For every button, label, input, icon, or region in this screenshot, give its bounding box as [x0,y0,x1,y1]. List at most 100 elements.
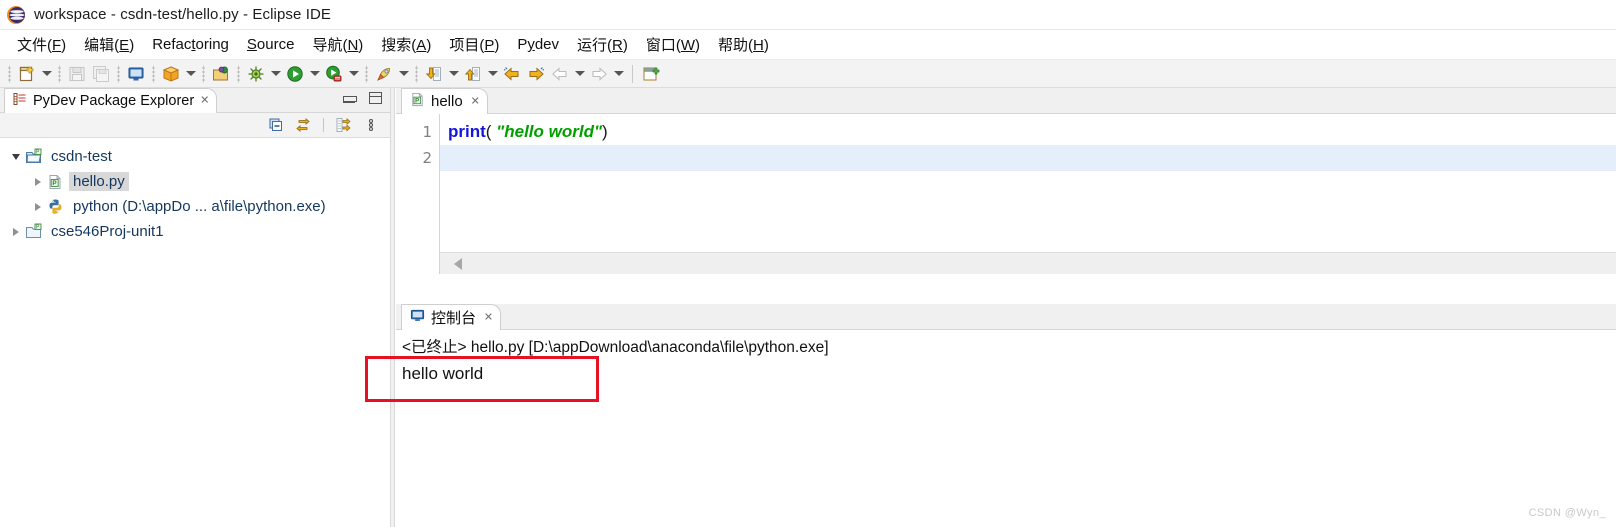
console-monitor-icon [410,308,425,328]
toolbar-grip[interactable] [363,64,370,83]
console-view: 控制台 ✕ <已终止> hello.py [D:\appDownload\ana… [396,304,1616,527]
menu-item-help[interactable]: 帮助(H) [709,32,778,57]
pydev-project-closed-icon: P [24,223,42,241]
explorer-window-buttons [343,92,382,104]
pydev-package-explorer-icon [13,92,27,111]
svg-text:P: P [52,180,57,187]
menu-item-pydev[interactable]: Pydev [508,34,568,55]
back-history-icon[interactable] [500,62,524,86]
maximize-icon[interactable] [369,92,382,104]
toolbar-grip[interactable] [56,64,63,83]
save-icon [65,62,89,86]
close-icon[interactable]: ✕ [470,96,481,107]
menu-item-edit[interactable]: 编辑(E) [75,32,143,57]
line-number: 1 [422,123,432,141]
new-wizard-dropdown-arrow[interactable] [39,62,54,86]
scroll-left-arrow-icon[interactable] [448,253,468,275]
line-number: 2 [422,149,432,167]
toolbar-grip[interactable] [200,64,207,83]
menu-item-file[interactable]: 文件(F) [8,32,75,57]
forward-nav-icon [587,62,611,86]
eclipse-ide-window: workspace - csdn-test/hello.py - Eclipse… [0,0,1616,527]
next-annotation-icon[interactable] [422,62,446,86]
toolbar-grip[interactable] [413,64,420,83]
tree-item-label: csdn-test [51,148,112,165]
pydev-dropdown-arrow[interactable] [396,62,411,86]
back-nav-dropdown-arrow[interactable] [572,62,587,86]
svg-text:P: P [415,98,419,104]
eclipse-logo-icon [6,5,26,25]
open-package-icon[interactable] [209,62,233,86]
console-tab-row: 控制台 ✕ [396,304,1616,330]
menu-item-refactoring[interactable]: Refactoring [143,34,238,55]
watermark: CSDN @Wyn_ [1528,507,1606,519]
window-title: workspace - csdn-test/hello.py - Eclipse… [34,6,332,23]
console-output[interactable]: <已终止> hello.py [D:\appDownload\anaconda\… [396,330,1616,526]
package-dropdown-arrow[interactable] [183,62,198,86]
run-coverage-icon[interactable] [322,62,346,86]
chevron-right-icon[interactable] [8,224,24,240]
forward-nav-dropdown-arrow[interactable] [611,62,626,86]
tree-item-hello-py[interactable]: P hello.py [0,169,390,194]
chevron-right-icon[interactable] [30,199,46,215]
tab-pydev-package-explorer[interactable]: PyDev Package Explorer ✕ [4,88,218,113]
save-all-icon [89,62,113,86]
run-coverage-dropdown-arrow[interactable] [346,62,361,86]
menu-item-navigate[interactable]: 导航(N) [303,32,372,57]
menu-item-source[interactable]: Source [238,34,304,55]
editor-tab-row: P hello ✕ [396,88,1616,114]
tree-item-cse546proj-unit1[interactable]: P cse546Proj-unit1 [0,219,390,244]
package-box-icon[interactable] [159,62,183,86]
code-line-1[interactable]: print( "hello world") [440,119,1616,145]
explorer-tab-label: PyDev Package Explorer [33,93,195,109]
minimize-icon[interactable] [343,94,357,103]
debug-dropdown-arrow[interactable] [268,62,283,86]
menu-item-window[interactable]: 窗口(W) [637,32,709,57]
toolbar-grip[interactable] [235,64,242,83]
close-icon[interactable]: ✕ [483,312,494,323]
pydev-package-explorer-view: PyDev Package Explorer ✕ P csdn-test P h… [0,88,390,527]
debug-bug-icon[interactable] [244,62,268,86]
run-play-icon[interactable] [283,62,307,86]
tree-item-csdn-test[interactable]: P csdn-test [0,144,390,169]
next-annotation-dropdown-arrow[interactable] [446,62,461,86]
pydev-rocket-icon[interactable] [372,62,396,86]
link-with-editor-icon[interactable] [294,116,312,134]
chevron-down-icon[interactable] [8,149,24,165]
run-dropdown-arrow[interactable] [307,62,322,86]
tab-hello[interactable]: P hello ✕ [401,88,488,114]
line-number-gutter: 1 2 [396,114,440,274]
explorer-tab-row: PyDev Package Explorer ✕ [0,88,390,113]
forward-history-icon[interactable] [524,62,548,86]
new-wizard-icon[interactable] [15,62,39,86]
previous-annotation-icon[interactable] [461,62,485,86]
open-perspective-icon[interactable] [639,62,663,86]
panel-sash[interactable] [390,88,395,527]
code-content[interactable]: print( "hello world") [440,114,1616,274]
chevron-right-icon[interactable] [30,174,46,190]
menu-bar: 文件(F) 编辑(E) Refactoring Source 导航(N) 搜索(… [0,30,1616,60]
tree-item-python-interpreter[interactable]: python (D:\appDo ... a\file\python.exe) [0,194,390,219]
code-token-open-paren: ( [485,122,497,141]
menu-item-search[interactable]: 搜索(A) [372,32,440,57]
toolbar-grip[interactable] [150,64,157,83]
menu-item-project[interactable]: 项目(P) [440,32,508,57]
toolbar-grip[interactable] [6,64,13,83]
console-status-line: <已终止> hello.py [D:\appDownload\anaconda\… [402,339,829,356]
code-line-2[interactable] [440,145,1616,171]
editor-horizontal-scrollbar[interactable] [440,252,1616,274]
toolbar-grip[interactable] [115,64,122,83]
view-menu-icon[interactable] [362,116,380,134]
console-output-line: hello world [402,364,484,383]
collapse-all-icon[interactable] [267,116,285,134]
explorer-view-toolbar [0,113,390,138]
focus-active-task-icon[interactable] [335,116,353,134]
tab-console[interactable]: 控制台 ✕ [401,304,502,330]
close-icon[interactable]: ✕ [199,95,210,107]
console-tab-label: 控制台 [431,310,477,327]
console-monitor-icon[interactable] [124,62,148,86]
editor-body[interactable]: 1 2 print( "hello world") [396,114,1616,274]
previous-annotation-dropdown-arrow[interactable] [485,62,500,86]
code-token-print: print [448,122,486,141]
menu-item-run[interactable]: 运行(R) [568,32,637,57]
